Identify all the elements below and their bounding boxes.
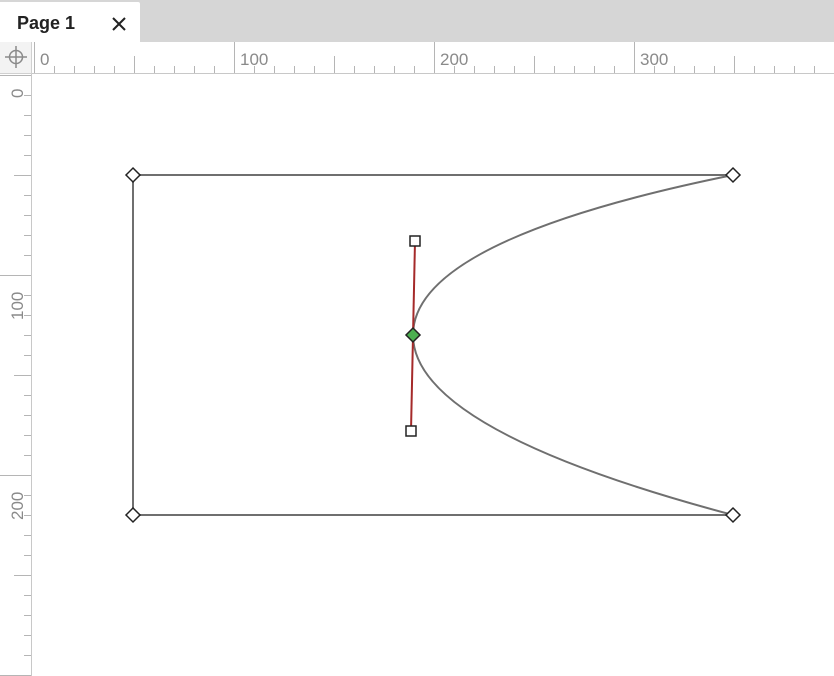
shape-layer [124, 166, 742, 524]
horizontal-ruler-ticks: 0 100 200 300 [34, 42, 815, 73]
ruler-label: 200 [8, 492, 27, 520]
ruler-label: 300 [640, 50, 668, 69]
close-icon[interactable] [108, 13, 130, 35]
ruler-label: 0 [8, 89, 27, 98]
vertical-ruler-ticks: 0 100 200 [0, 75, 31, 676]
editor-window: Page 1 0 100 200 300 0 100 200 [0, 0, 834, 676]
vertical-ruler[interactable]: 0 100 200 [0, 74, 32, 676]
tab-label: Page 1 [17, 13, 76, 33]
shape-outline[interactable] [132, 174, 734, 516]
ruler-label: 100 [8, 292, 27, 320]
diamond-handle-icon[interactable] [124, 166, 142, 184]
tab-bar: Page 1 [0, 0, 834, 42]
diamond-handle-icon[interactable] [124, 506, 142, 524]
ruler-label: 200 [440, 50, 468, 69]
horizontal-ruler[interactable]: 0 100 200 300 [32, 42, 834, 74]
selected-diamond-handle-icon[interactable] [404, 326, 422, 344]
ruler-corner[interactable] [0, 42, 32, 74]
square-handle-icon[interactable] [405, 425, 417, 437]
drawing-canvas[interactable] [33, 75, 834, 676]
diamond-handle-icon[interactable] [724, 166, 742, 184]
ruler-label: 100 [240, 50, 268, 69]
ruler-label: 0 [40, 50, 49, 69]
diamond-handle-icon[interactable] [724, 506, 742, 524]
square-handle-icon[interactable] [409, 235, 421, 247]
tab-page-1[interactable]: Page 1 [0, 2, 140, 42]
